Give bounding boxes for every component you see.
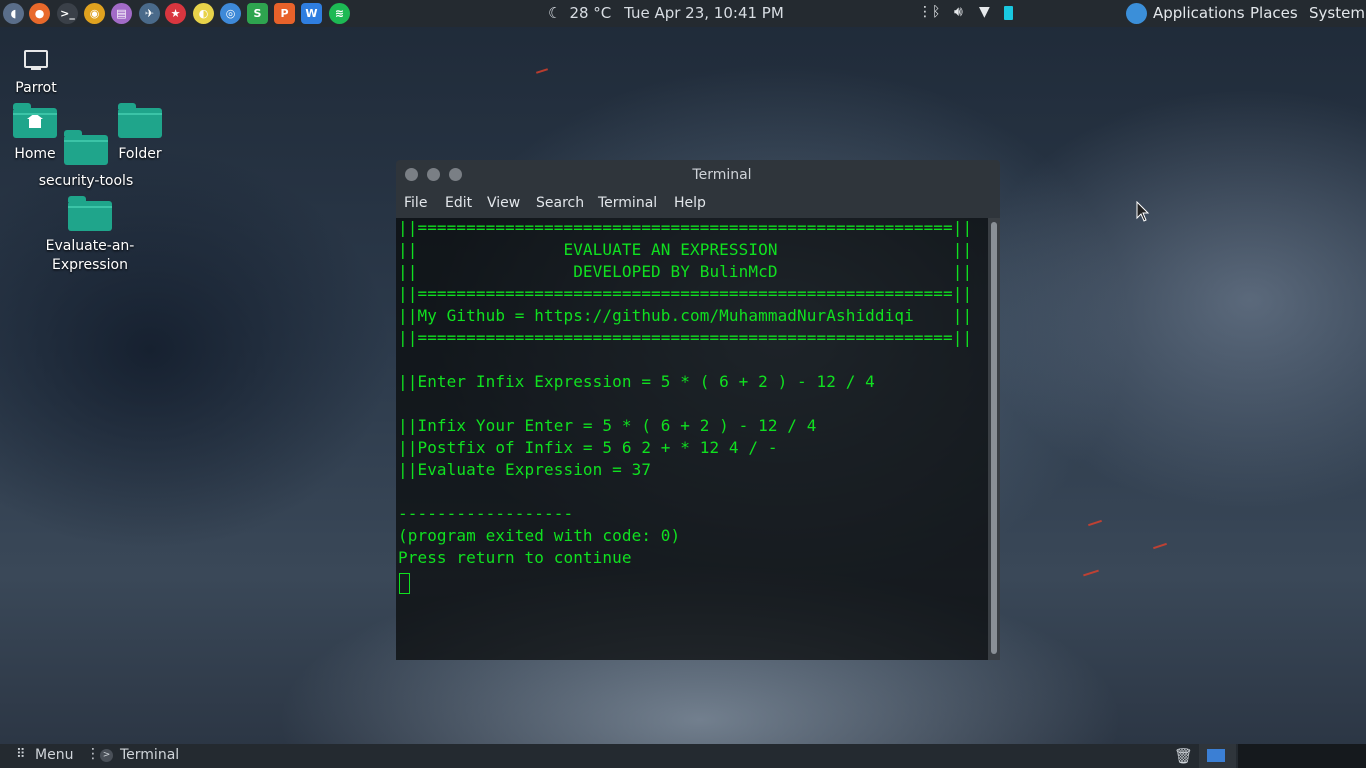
terminal-line: ||Evaluate Expression = 37 [398, 460, 652, 479]
wps-presentation-icon[interactable]: P [274, 3, 295, 24]
text-editor-icon-glyph: ▤ [116, 7, 127, 20]
terminal-task-icon: > [100, 749, 113, 762]
terminal-line: || EVALUATE AN EXPRESSION || [398, 240, 973, 259]
terminal-line: ------------------ [398, 504, 574, 523]
terminal-line: ||======================================… [398, 328, 973, 347]
terminal-launcher-icon[interactable]: >_ [57, 3, 78, 24]
parrot-logo-icon [1126, 3, 1147, 24]
terminal-line: ||======================================… [398, 284, 973, 303]
menu-grid-icon[interactable]: ⠿ [16, 747, 26, 762]
system-menu[interactable]: System [1309, 4, 1365, 22]
battery-icon[interactable] [1004, 6, 1013, 20]
firefox-icon[interactable]: ● [29, 3, 50, 24]
weather-icon: ☾ [548, 4, 562, 22]
ember-decoration [1153, 542, 1167, 550]
computer-icon [24, 50, 48, 70]
applications-menu[interactable]: Applications [1153, 4, 1245, 22]
desktop-item-label: Evaluate-an- Expression [45, 238, 135, 273]
clock-weather-area[interactable]: ☾ 28 °C Tue Apr 23, 10:41 PM [548, 4, 792, 22]
mouse-pointer-icon [1136, 201, 1150, 222]
star-app-icon-glyph: ★ [170, 7, 181, 20]
media-app-icon[interactable]: ◐ [193, 3, 214, 24]
terminal-line: ||Enter Infix Expression = 5 * ( 6 + 2 )… [398, 372, 875, 391]
text-editor-icon[interactable]: ▤ [111, 3, 132, 24]
wps-writer-icon-glyph: W [305, 7, 318, 20]
menu-help[interactable]: Help [674, 195, 706, 211]
menu-file[interactable]: File [404, 195, 427, 211]
desktop-item-parrot[interactable]: Parrot [6, 50, 66, 96]
menu-search[interactable]: Search [536, 195, 584, 211]
desktop-item-label: security-tools [38, 173, 134, 189]
workspace-1[interactable] [1199, 744, 1236, 768]
volume-icon[interactable]: 🔊︎ [954, 4, 963, 20]
camera-app-icon-glyph: ◎ [225, 7, 236, 20]
terminal-cursor [399, 573, 410, 594]
chrome-icon-glyph: ◉ [89, 7, 100, 20]
scrollbar-thumb[interactable] [991, 222, 997, 654]
folder-icon [68, 196, 112, 231]
wps-writer-icon[interactable]: W [301, 3, 322, 24]
clock[interactable]: Tue Apr 23, 10:41 PM [624, 4, 784, 22]
spotify-icon-glyph: ≋ [334, 7, 345, 20]
ember-decoration [535, 68, 549, 74]
wps-presentation-icon-glyph: P [280, 7, 289, 20]
terminal-line: || DEVELOPED BY BulinMcD || [398, 262, 973, 281]
terminal-line: ||My Github = https://github.com/Muhamma… [398, 306, 973, 325]
terminal-line: ||Infix Your Enter = 5 * ( 6 + 2 ) - 12 … [398, 416, 817, 435]
overflow-menu-icon[interactable]: ⋮ [918, 4, 932, 20]
window-titlebar[interactable]: Terminal [396, 160, 1000, 190]
bluetooth-icon[interactable]: ᛒ [932, 4, 940, 20]
folder-icon [64, 130, 108, 165]
workspace-2[interactable] [1238, 744, 1366, 768]
network-tool-icon[interactable]: ✈ [139, 3, 160, 24]
terminal-window[interactable]: Terminal File Edit View Search Terminal … [396, 160, 1000, 660]
desktop-item-security-tools[interactable]: security-tools [36, 130, 136, 189]
wps-spreadsheet-icon[interactable]: S [247, 3, 268, 24]
terminal-menubar: File Edit View Search Terminal Help [396, 190, 1000, 218]
terminal-scrollbar[interactable] [988, 218, 1000, 660]
terminal-line: (program exited with code: 0) [398, 526, 681, 545]
terminal-line: ||Postfix of Infix = 5 6 2 + * 12 4 / - [398, 438, 778, 457]
window-title: Terminal [692, 167, 752, 183]
places-menu[interactable]: Places [1250, 4, 1298, 22]
ember-decoration [1083, 569, 1099, 577]
trash-icon[interactable]: 🗑︎ [1174, 747, 1193, 765]
ember-decoration [1088, 519, 1102, 527]
taskbar-item-terminal[interactable]: > Terminal [96, 744, 282, 768]
terminal-line: Press return to continue [398, 548, 632, 567]
firefox-icon-glyph: ● [34, 7, 45, 20]
main-menu-button[interactable]: Menu [35, 747, 73, 763]
desktop-item-evaluate-an-expression[interactable]: Evaluate-an- Expression [40, 196, 140, 275]
bottom-panel: ⠿ Menu ⋮ > Terminal 🗑︎ [0, 744, 1366, 768]
desktop-item-label: Parrot [15, 80, 57, 96]
terminal-output[interactable]: ||======================================… [396, 218, 988, 660]
menu-terminal[interactable]: Terminal [598, 195, 657, 211]
parrot-menu-icon-glyph: ◖ [10, 7, 17, 20]
top-panel: ◖ ● >_ ◉ ▤ ✈ ★ ◐ ◎ S P W ≋ ☾ 28 °C Tue Apr 23, 10:41 … [0, 0, 1366, 27]
parrot-menu-icon[interactable]: ◖ [3, 3, 24, 24]
folder-icon [118, 103, 162, 138]
menu-view[interactable]: View [487, 195, 520, 211]
menu-edit[interactable]: Edit [445, 195, 472, 211]
star-app-icon[interactable]: ★ [165, 3, 186, 24]
media-app-icon-glyph: ◐ [198, 7, 209, 20]
home-folder-icon [13, 103, 57, 138]
network-tool-icon-glyph: ✈ [144, 7, 155, 20]
wps-spreadsheet-icon-glyph: S [253, 7, 262, 20]
weather-temp: 28 °C [569, 4, 612, 22]
wifi-icon[interactable]: ▼ [979, 4, 990, 20]
taskbar-item-label: Terminal [120, 747, 180, 763]
terminal-launcher-icon-glyph: >_ [60, 7, 75, 20]
spotify-icon[interactable]: ≋ [329, 3, 350, 24]
chrome-icon[interactable]: ◉ [84, 3, 105, 24]
camera-app-icon[interactable]: ◎ [220, 3, 241, 24]
terminal-line: ||======================================… [398, 218, 973, 237]
